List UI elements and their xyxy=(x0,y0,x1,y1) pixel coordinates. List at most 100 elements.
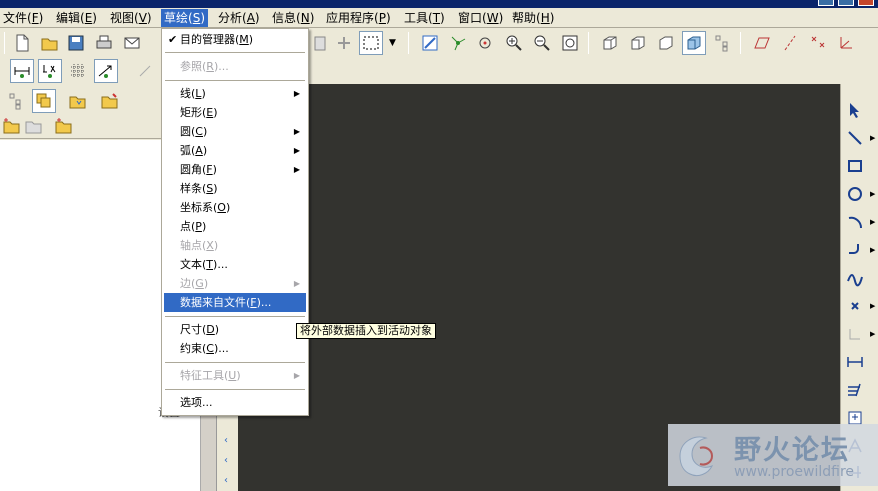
view-front-icon[interactable] xyxy=(626,31,650,55)
edge-flyout-arrow[interactable]: ▶ xyxy=(870,330,876,338)
menu-help[interactable]: 帮助(H) xyxy=(509,9,557,27)
submenu-arrow-icon: ▶ xyxy=(293,127,300,136)
rectangle-icon[interactable] xyxy=(843,154,867,178)
menu-spline[interactable]: 样条(S) xyxy=(164,179,306,198)
datum-axis-icon[interactable] xyxy=(778,31,802,55)
dimension-icon[interactable] xyxy=(843,350,867,374)
line-icon[interactable] xyxy=(843,126,867,150)
menu-applications[interactable]: 应用程序(P) xyxy=(323,9,394,27)
menu-edge[interactable]: 边(G) ▶ xyxy=(164,274,306,293)
menu-coordinate-system[interactable]: 坐标系(O) xyxy=(164,198,306,217)
check-icon: ✔ xyxy=(168,33,178,46)
circle-flyout-arrow[interactable]: ▶ xyxy=(870,190,876,198)
submenu-arrow-icon: ▶ xyxy=(293,371,300,380)
submenu-arrow-icon: ▶ xyxy=(293,279,300,288)
menu-line[interactable]: 线(L) ▶ xyxy=(164,84,306,103)
layer-tab-icon[interactable] xyxy=(32,89,56,113)
menu-circle[interactable]: 圆(C) ▶ xyxy=(164,122,306,141)
menu-separator xyxy=(165,52,305,54)
point-flyout-arrow[interactable]: ▶ xyxy=(870,302,876,310)
repaint-icon[interactable] xyxy=(418,31,442,55)
arc-flyout-arrow[interactable]: ▶ xyxy=(870,218,876,226)
spline-icon[interactable] xyxy=(843,266,867,290)
view-iso-icon[interactable] xyxy=(598,31,622,55)
add-favorite-icon[interactable] xyxy=(54,116,74,136)
menu-text[interactable]: 文本(T)... xyxy=(164,255,306,274)
zoom-in-icon[interactable] xyxy=(502,31,526,55)
new-folder-icon[interactable] xyxy=(2,116,22,136)
model-tree-tab-icon[interactable] xyxy=(4,89,28,113)
main-toolbar: ▼ xyxy=(0,29,878,57)
toolbar-grip xyxy=(4,32,5,54)
datum-csys-icon[interactable] xyxy=(834,31,858,55)
delete-folder-icon[interactable] xyxy=(24,116,44,136)
paste-icon[interactable] xyxy=(308,31,332,55)
close-button[interactable] xyxy=(858,0,874,6)
fillet-icon[interactable] xyxy=(843,238,867,262)
select-box-icon[interactable] xyxy=(359,31,383,55)
orient-icon[interactable] xyxy=(474,31,498,55)
maximize-button[interactable] xyxy=(838,0,854,6)
menu-rectangle[interactable]: 矩形(E) xyxy=(164,103,306,122)
regenerate-icon[interactable] xyxy=(332,31,356,55)
select-arrow-icon[interactable] xyxy=(843,98,867,122)
modify-icon[interactable] xyxy=(843,378,867,402)
menu-info[interactable]: 信息(N) xyxy=(269,9,317,27)
menu-analysis[interactable]: 分析(A) xyxy=(215,9,263,27)
menu-separator xyxy=(165,316,305,318)
menu-tools[interactable]: 工具(T) xyxy=(401,9,448,27)
minimize-button[interactable] xyxy=(818,0,834,6)
arc-icon[interactable] xyxy=(843,210,867,234)
spin-center-icon[interactable] xyxy=(446,31,470,55)
save-icon[interactable] xyxy=(64,31,88,55)
sketch-orient-icon[interactable] xyxy=(134,59,158,83)
point-icon[interactable] xyxy=(843,294,867,318)
menu-edit[interactable]: 编辑(E) xyxy=(53,9,100,27)
collapse-arrow-icon[interactable]: ‹ xyxy=(224,456,232,466)
refit-icon[interactable] xyxy=(558,31,582,55)
submenu-arrow-icon: ▶ xyxy=(293,89,300,98)
email-icon[interactable] xyxy=(120,31,144,55)
collapse-arrow-icon[interactable]: ‹ xyxy=(224,476,232,486)
favorites-tab-icon[interactable] xyxy=(98,89,122,113)
submenu-arrow-icon: ▶ xyxy=(293,165,300,174)
menu-view[interactable]: 视图(V) xyxy=(107,9,155,27)
grid-display-icon[interactable] xyxy=(66,59,90,83)
vertex-display-icon[interactable] xyxy=(94,59,118,83)
menu-dimension[interactable]: 尺寸(D) xyxy=(164,320,306,339)
shaded-icon[interactable] xyxy=(682,31,706,55)
window-title-bar xyxy=(0,0,878,8)
datum-point-icon[interactable] xyxy=(806,31,830,55)
menu-options[interactable]: 选项... xyxy=(164,393,306,412)
toolbar-separator xyxy=(408,32,409,54)
view-top-icon[interactable] xyxy=(654,31,678,55)
menu-file[interactable]: 文件(F) xyxy=(0,9,46,27)
circle-icon[interactable] xyxy=(843,182,867,206)
zoom-out-icon[interactable] xyxy=(530,31,554,55)
menu-window[interactable]: 窗口(W) xyxy=(455,9,506,27)
collapse-arrow-icon[interactable]: ‹ xyxy=(224,436,232,446)
menu-fillet[interactable]: 圆角(F) ▶ xyxy=(164,160,306,179)
line-flyout-arrow[interactable]: ▶ xyxy=(870,134,876,142)
menu-data-from-file[interactable]: 数据来自文件(F)... xyxy=(164,293,306,312)
folder-browser-tab-icon[interactable] xyxy=(66,89,90,113)
fillet-flyout-arrow[interactable]: ▶ xyxy=(870,246,876,254)
menu-axis-point[interactable]: 轴点(X) xyxy=(164,236,306,255)
menu-sketch[interactable]: 草绘(S) xyxy=(161,9,209,27)
datum-plane-icon[interactable] xyxy=(750,31,774,55)
menu-feature-tools[interactable]: 特征工具(U) ▶ xyxy=(164,366,306,385)
menu-point[interactable]: 点(P) xyxy=(164,217,306,236)
select-filter-dropdown-arrow[interactable]: ▼ xyxy=(389,38,396,48)
menu-constrain[interactable]: 约束(C)... xyxy=(164,339,306,358)
menu-arc[interactable]: 弧(A) ▶ xyxy=(164,141,306,160)
menu-references[interactable]: 参照(R)... xyxy=(164,57,306,76)
watermark-url: www.proewildfire xyxy=(734,464,855,480)
centerline-icon[interactable] xyxy=(843,322,867,346)
menu-intent-manager[interactable]: ✔ 目的管理器(M) xyxy=(164,30,306,49)
open-icon[interactable] xyxy=(38,31,62,55)
dimension-display-icon[interactable] xyxy=(10,59,34,83)
constraint-display-icon[interactable] xyxy=(38,59,62,83)
new-icon[interactable] xyxy=(10,31,34,55)
model-tree-icon[interactable] xyxy=(710,31,734,55)
print-icon[interactable] xyxy=(92,31,116,55)
